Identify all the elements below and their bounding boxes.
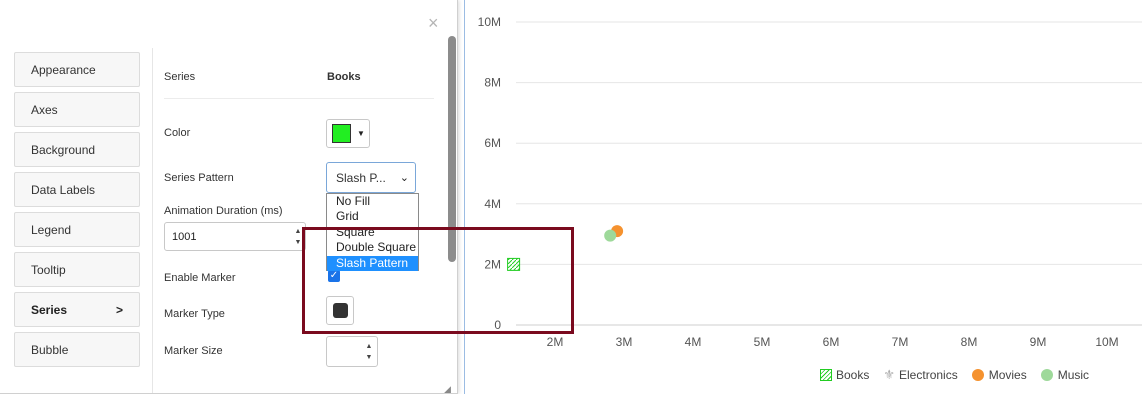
- tab-label: Data Labels: [31, 182, 96, 197]
- spinner[interactable]: ▲ ▼: [364, 341, 374, 363]
- dropdown-option[interactable]: No Fill: [327, 194, 418, 209]
- color-label: Color: [164, 127, 191, 139]
- tab-series[interactable]: Series >: [14, 292, 140, 327]
- tab-appearance[interactable]: Appearance: [14, 52, 140, 87]
- enable-marker-label: Enable Marker: [164, 272, 236, 284]
- chevron-right-icon: >: [115, 302, 123, 317]
- legend-label: Movies: [988, 368, 1027, 382]
- spin-down-icon[interactable]: ▼: [364, 352, 374, 363]
- close-icon[interactable]: ×: [428, 14, 439, 32]
- x-tick-label: 8M: [961, 335, 978, 349]
- legend-item-books[interactable]: Books: [820, 368, 869, 382]
- y-tick-label: 8M: [484, 76, 501, 90]
- x-tick-label: 7M: [892, 335, 909, 349]
- color-swatch: [332, 124, 351, 143]
- y-tick-label: 4M: [484, 197, 501, 211]
- chart-legend: Books ⚜ Electronics Movies Music: [820, 366, 1103, 384]
- tab-bubble[interactable]: Bubble: [14, 332, 140, 367]
- x-tick-label: 5M: [754, 335, 771, 349]
- legend-label: Books: [836, 368, 870, 382]
- y-tick-label: 6M: [484, 136, 501, 150]
- color-picker-button[interactable]: ▼: [326, 119, 370, 148]
- tab-label: Axes: [31, 102, 58, 117]
- animation-duration-label: Animation Duration (ms): [164, 205, 283, 217]
- tab-legend[interactable]: Legend: [14, 212, 140, 247]
- legend-label: Music: [1057, 368, 1090, 382]
- x-tick-label: 4M: [685, 335, 702, 349]
- animation-duration-input[interactable]: 1001 ▲ ▼: [164, 222, 306, 251]
- highlight-box: [302, 227, 574, 334]
- y-tick-label: 10M: [478, 15, 501, 29]
- tab-axes[interactable]: Axes: [14, 92, 140, 127]
- data-point-music[interactable]: [604, 229, 617, 242]
- marker-type-label: Marker Type: [164, 308, 225, 320]
- settings-tabs: Appearance Axes Background Data Labels L…: [14, 52, 140, 372]
- input-value: 1001: [172, 230, 197, 243]
- spin-up-icon[interactable]: ▲: [364, 341, 374, 352]
- tab-label: Tooltip: [31, 262, 66, 277]
- x-tick-label: 9M: [1030, 335, 1047, 349]
- slash-pattern-icon: [820, 369, 832, 381]
- series-pattern-select[interactable]: Slash P... ⌄: [326, 162, 416, 193]
- legend-item-electronics[interactable]: ⚜ Electronics: [883, 367, 957, 383]
- resize-grip-icon[interactable]: ◢: [444, 384, 454, 393]
- select-value: Slash P...: [336, 170, 386, 185]
- x-tick-label: 2M: [547, 335, 564, 349]
- tab-data-labels[interactable]: Data Labels: [14, 172, 140, 207]
- x-tick-label: 3M: [616, 335, 633, 349]
- marker-size-input[interactable]: ▲ ▼: [326, 336, 378, 367]
- circle-icon: [1040, 369, 1053, 381]
- legend-item-music[interactable]: Music: [1040, 368, 1090, 382]
- dropdown-option[interactable]: Grid: [327, 209, 418, 224]
- tab-label: Background: [31, 142, 96, 157]
- legend-item-movies[interactable]: Movies: [971, 368, 1027, 382]
- tab-label: Appearance: [31, 62, 96, 77]
- chevron-down-icon: ⌄: [399, 172, 409, 184]
- tab-label: Legend: [31, 222, 72, 237]
- fleur-icon: ⚜: [883, 367, 896, 382]
- series-pattern-label: Series Pattern: [164, 172, 234, 184]
- x-tick-label: 6M: [823, 335, 840, 349]
- chart-settings-dialog: × Appearance Axes Background Data Labels…: [0, 0, 458, 394]
- tab-label: Series: [31, 302, 68, 317]
- scatter-chart: 02M4M6M8M10M2M 3M 4M 5M 6M 7M 8M 9M 10M: [478, 15, 1142, 349]
- x-tick-label: 10M: [1095, 335, 1118, 349]
- caret-down-icon: ▼: [357, 129, 365, 138]
- legend-label: Electronics: [899, 368, 958, 382]
- series-value: Books: [327, 71, 361, 83]
- tab-label: Bubble: [31, 342, 69, 357]
- marker-size-label: Marker Size: [164, 345, 223, 357]
- series-label: Series: [164, 71, 196, 83]
- tab-background[interactable]: Background: [14, 132, 140, 167]
- form-separator: [164, 98, 434, 99]
- tab-tooltip[interactable]: Tooltip: [14, 252, 140, 287]
- panel-divider: [152, 48, 153, 393]
- circle-icon: [971, 369, 984, 381]
